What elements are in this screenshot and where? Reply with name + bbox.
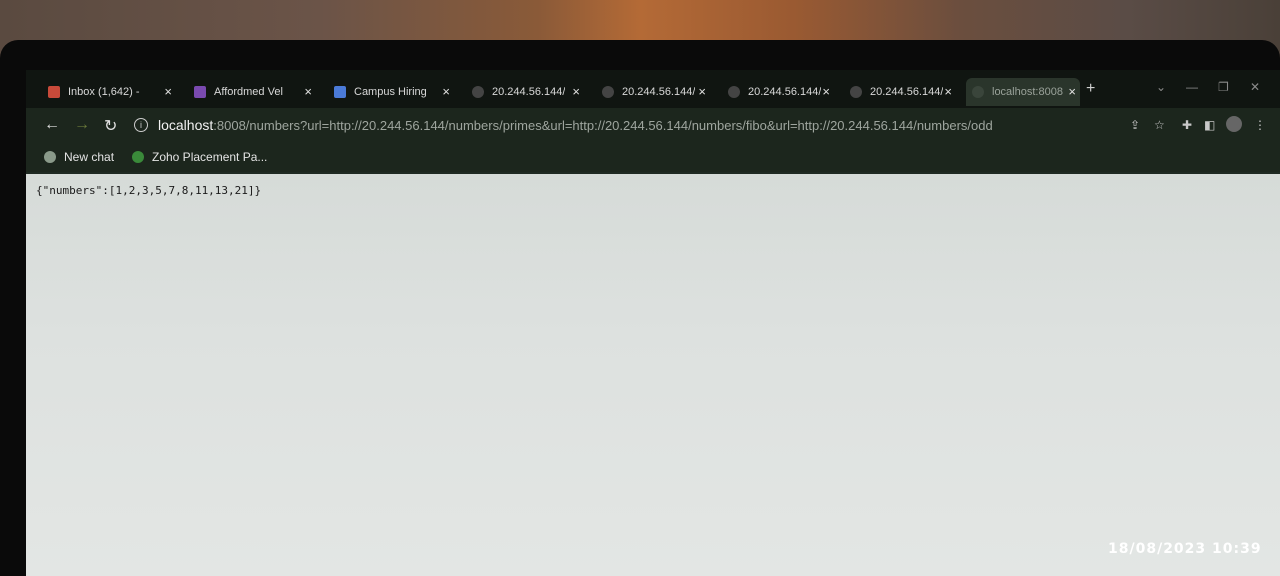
info-icon[interactable]: i: [134, 118, 148, 132]
tab-title: localhost:8008: [992, 86, 1063, 98]
tab-campus-hiring[interactable]: Campus Hiring ×: [334, 78, 454, 106]
tab-title: 20.244.56.144/: [622, 86, 696, 98]
globe-icon: [472, 86, 484, 98]
bookmark-zoho-placement[interactable]: Zoho Placement Pa...: [132, 150, 267, 164]
back-arrow-icon[interactable]: ←: [44, 116, 60, 134]
tab-strip: Inbox (1,642) - × Affordmed Vel × Campus…: [26, 70, 1280, 108]
side-panel-icon[interactable]: ◧: [1204, 118, 1215, 132]
share-icon[interactable]: ⇪: [1130, 118, 1140, 132]
page-content: {"numbers":[1,2,3,5,7,8,11,13,21]}: [26, 174, 1280, 576]
globe-icon: [728, 86, 740, 98]
close-icon[interactable]: ×: [698, 84, 706, 99]
close-icon[interactable]: ×: [164, 84, 172, 99]
menu-dots-icon[interactable]: ⋮: [1254, 118, 1266, 132]
tab-inbox[interactable]: Inbox (1,642) - ×: [48, 78, 176, 106]
tab-title: 20.244.56.144/: [870, 86, 944, 98]
tab-affordmed[interactable]: Affordmed Vel ×: [194, 78, 316, 106]
tab-title: 20.244.56.144/: [492, 86, 566, 98]
close-icon[interactable]: ×: [572, 84, 580, 99]
browser-window: Inbox (1,642) - × Affordmed Vel × Campus…: [26, 70, 1280, 576]
star-icon[interactable]: ☆: [1154, 118, 1165, 132]
close-icon[interactable]: ×: [822, 84, 830, 99]
new-tab-button[interactable]: +: [1086, 80, 1095, 98]
bookmarks-bar: New chat Zoho Placement Pa...: [26, 142, 1280, 172]
tab-ip-4[interactable]: 20.244.56.144/ ×: [850, 78, 956, 106]
tab-title: Affordmed Vel: [214, 86, 283, 98]
chatgpt-icon: [44, 151, 56, 163]
globe-icon: [850, 86, 862, 98]
browser-toolbar: ← → ↻ i localhost :8008/numbers?url=http…: [26, 108, 1280, 142]
forms-icon: [194, 86, 206, 98]
url-path: :8008/numbers?url=http://20.244.56.144/n…: [213, 117, 993, 133]
url-host: localhost: [158, 117, 214, 133]
tab-ip-2[interactable]: 20.244.56.144/ ×: [602, 78, 710, 106]
gmail-icon: [48, 86, 60, 98]
close-icon[interactable]: ×: [1068, 84, 1076, 99]
zoho-icon: [132, 151, 144, 163]
tab-ip-1[interactable]: 20.244.56.144/ ×: [472, 78, 584, 106]
tab-ip-3[interactable]: 20.244.56.144/ ×: [728, 78, 834, 106]
globe-icon: [602, 86, 614, 98]
bookmark-label: Zoho Placement Pa...: [152, 150, 268, 164]
reload-icon[interactable]: ↻: [104, 116, 117, 136]
tab-title: 20.244.56.144/: [748, 86, 822, 98]
minimize-icon[interactable]: —: [1186, 80, 1198, 94]
photo-timestamp: 18/08/2023 10:39: [1108, 541, 1262, 557]
forward-arrow-icon[interactable]: →: [74, 116, 90, 134]
close-icon[interactable]: ×: [442, 84, 450, 99]
bookmark-new-chat[interactable]: New chat: [44, 150, 114, 164]
bookmark-label: New chat: [64, 150, 115, 164]
avatar[interactable]: [1226, 116, 1242, 132]
tab-title: Campus Hiring: [354, 86, 427, 98]
chevron-down-icon[interactable]: ⌄: [1156, 80, 1166, 94]
docs-icon: [334, 86, 346, 98]
restore-icon[interactable]: ❐: [1218, 80, 1229, 94]
extensions-icon[interactable]: ✚: [1182, 118, 1192, 132]
tab-localhost[interactable]: localhost:8008 ×: [966, 78, 1080, 106]
close-icon[interactable]: ×: [944, 84, 952, 99]
json-response: {"numbers":[1,2,3,5,7,8,11,13,21]}: [36, 184, 262, 197]
address-bar[interactable]: i localhost :8008/numbers?url=http://20.…: [134, 113, 1094, 137]
tab-title: Inbox (1,642) -: [68, 86, 140, 98]
close-icon[interactable]: ×: [304, 84, 312, 99]
close-window-icon[interactable]: ✕: [1250, 80, 1260, 94]
globe-icon: [972, 86, 984, 98]
